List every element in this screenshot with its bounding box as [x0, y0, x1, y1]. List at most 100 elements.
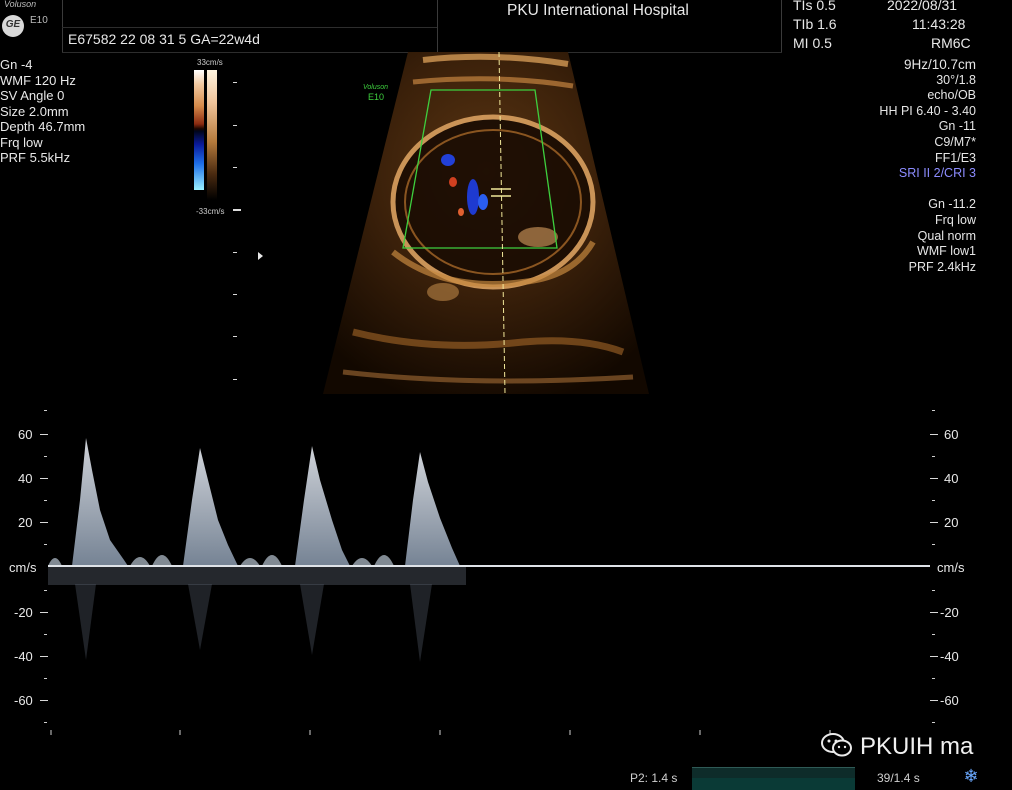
param-sv-angle: SV Angle 0	[0, 88, 65, 103]
header-divider-right	[781, 0, 782, 52]
focus-marker-icon	[258, 252, 263, 260]
param-spacer	[879, 182, 976, 198]
exam-time: 11:43:28	[912, 16, 966, 32]
ge-logo-text: GE	[5, 19, 21, 30]
param-wmf: WMF 120 Hz	[0, 72, 76, 88]
scale-dot	[932, 722, 935, 723]
vel-tick	[40, 434, 48, 435]
scale-dot	[44, 722, 47, 723]
image-watermark-model: E10	[368, 92, 385, 102]
vel-label-right-60: 60	[944, 427, 959, 442]
param-color-wmf: WMF low1	[916, 244, 976, 259]
vel-tick	[40, 522, 48, 523]
probe-name: RM6C	[931, 35, 971, 51]
vel-unit-right: cm/s	[937, 560, 965, 575]
param-harmonics: HH PI 6.40 - 3.40	[879, 103, 976, 118]
vel-tick	[930, 700, 938, 701]
left-param-panel: Gn -4 WMF 120 Hz SV Angle 0 Size 2.0mm D…	[0, 57, 85, 166]
vel-label-right-neg40: -40	[940, 649, 959, 664]
cine-frame-count: 39/1.4 s	[877, 771, 920, 785]
header-divider-left	[62, 0, 63, 52]
param-c-m: C9/M7*	[934, 134, 976, 149]
scale-dot	[44, 678, 47, 679]
vel-unit-left: cm/s	[9, 560, 37, 575]
vel-label-right-neg20: -20	[940, 605, 959, 620]
vel-label-right-neg60: -60	[940, 693, 959, 708]
depth-tick	[233, 82, 237, 83]
param-color-frq: Frq low	[935, 212, 976, 227]
hospital-name: PKU International Hospital	[507, 2, 689, 19]
scale-dot	[44, 590, 47, 591]
param-gain-2d: Gn -11	[938, 119, 976, 134]
param-color-prf: PRF 2.4kHz	[908, 259, 976, 274]
vel-tick	[930, 522, 938, 523]
spectral-trace	[48, 438, 831, 735]
param-frequency: Frq low	[0, 134, 43, 150]
header-underline	[62, 27, 437, 28]
vel-label-left-40: 40	[18, 471, 33, 486]
vel-tick	[930, 656, 938, 657]
doppler-spectrum[interactable]	[0, 400, 1012, 740]
param-ff: FF1/E3	[935, 150, 976, 165]
vel-tick	[40, 656, 48, 657]
scale-dot	[932, 590, 935, 591]
param-frame-depth: 9Hz/10.7cm	[903, 57, 976, 72]
vel-label-right-40: 40	[944, 471, 959, 486]
vel-label-left-neg40: -40	[14, 649, 33, 664]
vel-tick	[40, 700, 48, 701]
tib-value: TIb 1.6	[793, 16, 837, 32]
footer-watermark: PKUIH ma	[860, 733, 974, 760]
param-angle: 30°/1.8	[936, 72, 976, 87]
cine-progress-bar[interactable]	[692, 767, 855, 790]
vel-label-left-20: 20	[18, 515, 33, 530]
colorbar-bottom-marker	[233, 209, 241, 211]
param-quality: Qual norm	[917, 228, 976, 243]
param-color-gain: Gn -11.2	[928, 197, 976, 212]
depth-tick	[233, 336, 237, 337]
vel-label-left-neg20: -20	[14, 605, 33, 620]
scale-dot	[44, 410, 47, 411]
depth-tick	[233, 252, 237, 253]
colorbar-bottom-label: -33cm/s	[196, 207, 225, 216]
depth-tick	[233, 294, 237, 295]
depth-tick	[233, 167, 237, 168]
cine-p2-label: P2: 1.4 s	[630, 771, 678, 785]
scale-dot	[44, 634, 47, 635]
doppler-baseline[interactable]	[48, 565, 930, 567]
scale-dot	[932, 678, 935, 679]
tis-value: TIs 0.5	[793, 0, 836, 13]
cine-progress-fill	[692, 778, 855, 790]
param-prf: PRF 5.5kHz	[0, 150, 71, 165]
ge-logo: GE	[2, 15, 24, 37]
vel-tick	[40, 478, 48, 479]
vel-tick	[930, 612, 938, 613]
scale-dot	[44, 544, 47, 545]
scale-dot	[932, 410, 935, 411]
scale-dot	[932, 544, 935, 545]
scale-dot	[44, 500, 47, 501]
vel-label-left-60: 60	[18, 427, 33, 442]
vel-tick	[40, 612, 48, 613]
scale-dot	[44, 456, 47, 457]
depth-tick	[233, 379, 237, 380]
scale-dot	[932, 456, 935, 457]
vel-tick	[930, 434, 938, 435]
depth-tick	[233, 125, 237, 126]
param-sri: SRI II 2/CRI 3	[898, 166, 976, 181]
vel-label-right-20: 20	[944, 515, 959, 530]
snowflake-icon[interactable]: ❄	[961, 766, 981, 786]
exam-date: 2022/08/31	[887, 0, 958, 13]
patient-info: E67582 22 08 31 5 GA=22w4d	[68, 31, 260, 47]
header-divider-mid	[437, 0, 438, 52]
wechat-icon-shape	[821, 733, 852, 757]
param-gain: Gn -4	[0, 57, 33, 72]
scale-dot	[932, 634, 935, 635]
scale-dot	[932, 500, 935, 501]
vel-tick	[930, 478, 938, 479]
model-name: E10	[30, 15, 48, 26]
param-preset: echo/OB	[927, 88, 976, 103]
right-param-panel: 9Hz/10.7cm 30°/1.8 echo/OB HH PI 6.40 - …	[879, 57, 976, 275]
param-depth: Depth 46.7mm	[0, 119, 86, 134]
tissue-gray-bar	[207, 70, 217, 200]
mi-value: MI 0.5	[793, 35, 832, 51]
